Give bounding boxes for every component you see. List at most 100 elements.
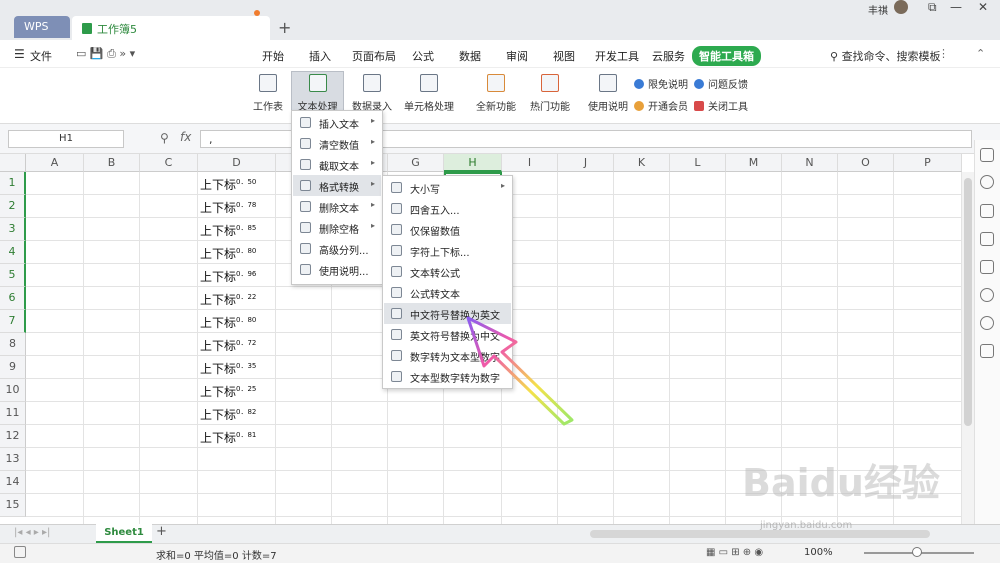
- row-header-8[interactable]: 8: [0, 333, 26, 356]
- row-header-5[interactable]: 5: [0, 264, 26, 287]
- column-header-h[interactable]: H: [444, 154, 502, 172]
- shapes-icon[interactable]: [980, 175, 994, 189]
- column-header-j[interactable]: J: [558, 154, 614, 172]
- row-header-9[interactable]: 9: [0, 356, 26, 379]
- row-header-13[interactable]: 13: [0, 448, 26, 471]
- hot-features-button[interactable]: 热门功能: [526, 72, 574, 116]
- menu-extract-text[interactable]: 截取文本 ▸: [293, 154, 381, 175]
- help-icon[interactable]: [980, 316, 994, 330]
- row-header-11[interactable]: 11: [0, 402, 26, 425]
- row-header-3[interactable]: 3: [0, 218, 26, 241]
- cell-d1[interactable]: 上下标0．50: [198, 172, 276, 195]
- tab-wps[interactable]: WPS: [14, 16, 70, 38]
- sheet-tab-sheet1[interactable]: Sheet1: [96, 524, 152, 543]
- history-icon[interactable]: [980, 288, 994, 302]
- feedback-link[interactable]: 问题反馈: [694, 76, 748, 91]
- menu-delete-text[interactable]: 删除文本 ▸: [293, 196, 381, 217]
- menu-usage-guide[interactable]: 使用说明...: [293, 259, 381, 280]
- column-header-i[interactable]: I: [502, 154, 558, 172]
- cell-d3[interactable]: 上下标0．85: [198, 218, 276, 241]
- row-header-15[interactable]: 15: [0, 494, 26, 517]
- submenu-keep-numbers[interactable]: 仅保留数值: [384, 219, 511, 240]
- macro-icon[interactable]: [14, 546, 26, 558]
- menu-data[interactable]: 数据: [459, 48, 481, 64]
- usage-guide-button[interactable]: 使用说明: [586, 72, 630, 116]
- sheet-nav-icons[interactable]: |◂ ◂ ▸ ▸|: [14, 527, 50, 538]
- cell-d10[interactable]: 上下标0．25: [198, 379, 276, 402]
- cell-d2[interactable]: 上下标0．78: [198, 195, 276, 218]
- menu-view[interactable]: 视图: [553, 48, 575, 64]
- menu-cloud[interactable]: 云服务: [652, 48, 685, 64]
- row-header-10[interactable]: 10: [0, 379, 26, 402]
- quick-access-icons[interactable]: ▭ 💾 ⎙ » ▾: [76, 47, 135, 61]
- cell-d11[interactable]: 上下标0．82: [198, 402, 276, 425]
- row-header-4[interactable]: 4: [0, 241, 26, 264]
- menu-smart-toolbox[interactable]: 智能工具箱: [692, 46, 761, 66]
- menu-review[interactable]: 审阅: [506, 48, 528, 64]
- column-header-n[interactable]: N: [782, 154, 838, 172]
- worksheet-button[interactable]: 工作表: [248, 72, 288, 116]
- menu-delete-spaces[interactable]: 删除空格 ▸: [293, 217, 381, 238]
- submenu-text-to-formula[interactable]: 文本转公式: [384, 261, 511, 282]
- hamburger-icon[interactable]: ☰: [14, 47, 25, 61]
- horizontal-scroll-thumb[interactable]: [590, 530, 930, 538]
- open-membership-link[interactable]: 开通会员: [634, 98, 688, 113]
- column-header-d[interactable]: D: [198, 154, 276, 172]
- cell-d6[interactable]: 上下标0．22: [198, 287, 276, 310]
- column-header-o[interactable]: O: [838, 154, 894, 172]
- column-header-p[interactable]: P: [894, 154, 962, 172]
- cell-d5[interactable]: 上下标0．96: [198, 264, 276, 287]
- row-header-2[interactable]: 2: [0, 195, 26, 218]
- column-header-c[interactable]: C: [140, 154, 198, 172]
- close-icon[interactable]: ✕: [978, 0, 988, 14]
- row-header-14[interactable]: 14: [0, 471, 26, 494]
- close-tools-link[interactable]: 关闭工具: [694, 98, 748, 113]
- column-header-l[interactable]: L: [670, 154, 726, 172]
- row-header-6[interactable]: 6: [0, 287, 26, 310]
- cell-processing-button[interactable]: 单元格处理: [400, 72, 458, 116]
- cell-d12[interactable]: 上下标0．81: [198, 425, 276, 448]
- menu-advanced-split[interactable]: 高级分列...: [293, 238, 381, 259]
- tab-document[interactable]: 工作簿5: [72, 16, 270, 40]
- fx-label[interactable]: fx: [180, 130, 191, 144]
- name-box[interactable]: H1: [8, 130, 124, 148]
- cell-d9[interactable]: 上下标0．35: [198, 356, 276, 379]
- submenu-superscript[interactable]: 字符上下标...: [384, 240, 511, 261]
- submenu-round[interactable]: 四舍五入...: [384, 198, 511, 219]
- row-header-7[interactable]: 7: [0, 310, 26, 333]
- column-header-m[interactable]: M: [726, 154, 782, 172]
- style-icon[interactable]: [980, 204, 994, 218]
- row-header-12[interactable]: 12: [0, 425, 26, 448]
- user-name[interactable]: 丰祺: [868, 2, 888, 17]
- archive-icon[interactable]: [980, 260, 994, 274]
- menu-insert[interactable]: 插入: [309, 48, 331, 64]
- minimize-icon[interactable]: —: [950, 0, 962, 14]
- add-sheet-icon[interactable]: +: [156, 524, 167, 539]
- menu-home[interactable]: 开始: [262, 48, 284, 64]
- avatar[interactable]: [894, 0, 908, 14]
- search-command[interactable]: ⚲ 查找命令、搜索模板: [830, 48, 941, 64]
- zoom-formula-icon[interactable]: ⚲: [160, 131, 169, 145]
- row-header-1[interactable]: 1: [0, 172, 26, 195]
- menu-developer[interactable]: 开发工具: [595, 48, 639, 64]
- apps-grid-icon[interactable]: [980, 344, 994, 358]
- file-menu[interactable]: 文件: [30, 48, 52, 64]
- zoom-level[interactable]: 100%: [804, 547, 833, 558]
- column-header-b[interactable]: B: [84, 154, 140, 172]
- menu-insert-text[interactable]: 插入文本 ▸: [293, 112, 381, 133]
- vertical-scroll-thumb[interactable]: [964, 178, 972, 426]
- restore-layout-icon[interactable]: ⧉: [928, 0, 937, 15]
- more-icon[interactable]: ⋮: [938, 47, 949, 60]
- cell-d8[interactable]: 上下标0．72: [198, 333, 276, 356]
- zoom-slider-knob[interactable]: [912, 547, 922, 557]
- free-trial-link[interactable]: 限免说明: [634, 76, 688, 91]
- new-features-button[interactable]: 全新功能: [472, 72, 520, 116]
- text-processing-button[interactable]: 文本处理: [291, 71, 344, 113]
- select-all-corner[interactable]: [0, 154, 26, 172]
- cursor-tool-icon[interactable]: [980, 148, 994, 162]
- cell-d7[interactable]: 上下标0．80: [198, 310, 276, 333]
- menu-page-layout[interactable]: 页面布局: [352, 48, 396, 64]
- column-header-a[interactable]: A: [26, 154, 84, 172]
- properties-icon[interactable]: [980, 232, 994, 246]
- new-tab-icon[interactable]: +: [278, 18, 291, 37]
